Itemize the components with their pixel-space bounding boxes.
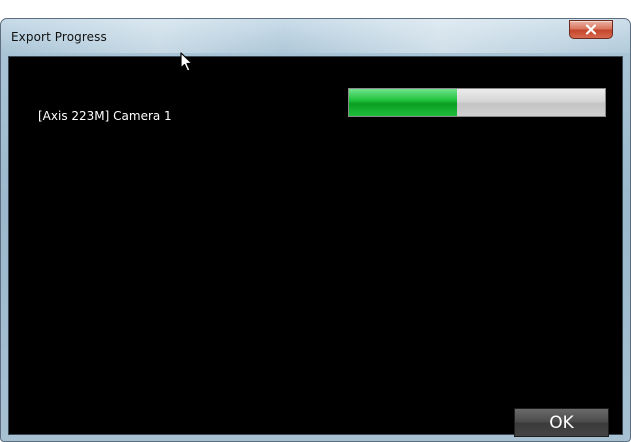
job-label: [Axis 223M] Camera 1 — [38, 109, 172, 123]
desktop-background — [0, 0, 631, 18]
window-title: Export Progress — [11, 30, 107, 44]
close-button[interactable] — [569, 20, 613, 39]
mouse-pointer-icon — [180, 52, 194, 76]
progress-panel: [Axis 223M] Camera 1 OK — [8, 56, 623, 437]
ok-button[interactable]: OK — [514, 408, 609, 437]
export-progress-bar — [348, 88, 606, 117]
progress-fill — [349, 89, 457, 116]
close-icon — [585, 24, 597, 35]
export-progress-window: Export Progress [Axis 223M] Camera 1 OK — [0, 18, 631, 442]
